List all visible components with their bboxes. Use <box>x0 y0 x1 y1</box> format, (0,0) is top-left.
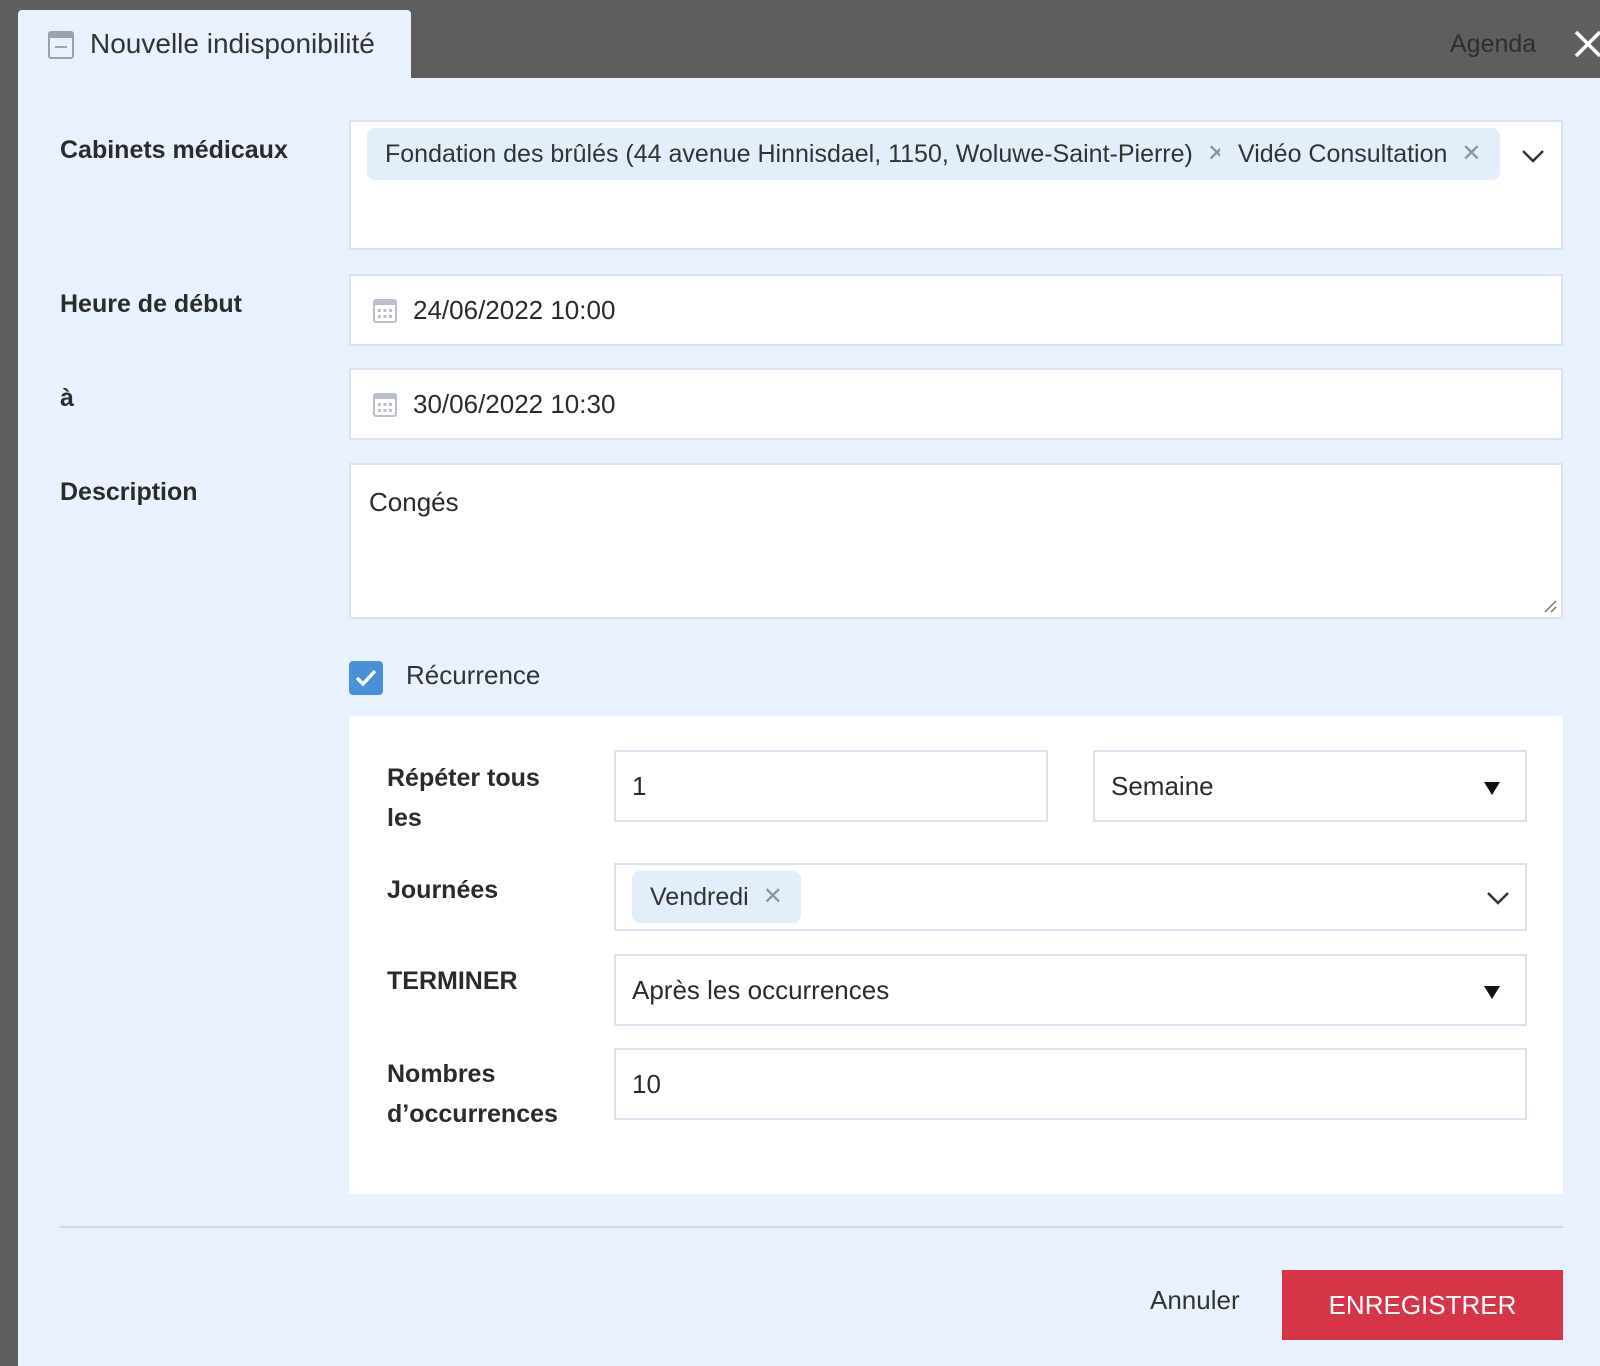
start-time-label: Heure de début <box>60 290 242 318</box>
occurrences-value: 10 <box>632 1068 661 1099</box>
recurrence-label: Récurrence <box>406 660 541 690</box>
description-label: Description <box>60 478 198 506</box>
end-condition-label: TERMINER <box>387 967 518 995</box>
repeat-label-line1: Répéter tous <box>387 764 540 792</box>
description-value: Congés <box>369 487 459 517</box>
cabinets-label: Cabinets médicaux <box>60 136 288 164</box>
chevron-down-icon[interactable] <box>1520 148 1546 164</box>
repeat-label-line2: les <box>387 804 422 832</box>
footer-divider <box>60 1226 1563 1228</box>
repeat-unit-select[interactable]: Semaine <box>1093 750 1527 822</box>
tab-nouvelle-indisponibilite[interactable]: Nouvelle indisponibilité <box>18 10 411 78</box>
chip-cabinet: Vidéo Consultation ✕ <box>1220 128 1500 180</box>
chip-cabinet: Fondation des brûlés (44 avenue Hinnisda… <box>367 128 1245 180</box>
chip-label: Fondation des brûlés (44 avenue Hinnisda… <box>385 139 1193 168</box>
description-textarea[interactable]: Congés <box>349 463 1563 619</box>
calendar-icon <box>373 299 397 323</box>
close-icon[interactable]: ✕ <box>763 885 783 909</box>
end-condition-select[interactable]: Après les occurrences <box>614 954 1527 1026</box>
cancel-button[interactable]: Annuler <box>1150 1285 1240 1316</box>
triangle-down-icon <box>1484 782 1500 795</box>
occurrences-label: Nombres d’occurrences <box>387 1054 558 1134</box>
start-time-value: 24/06/2022 10:00 <box>413 294 616 325</box>
background-strip <box>0 78 18 1366</box>
calendar-icon <box>373 393 397 417</box>
end-time-value: 30/06/2022 10:30 <box>413 388 616 419</box>
days-label: Journées <box>387 876 499 904</box>
chip-day: Vendredi ✕ <box>632 871 801 923</box>
close-icon[interactable]: ✕ <box>1461 142 1481 166</box>
days-multiselect[interactable]: Vendredi ✕ <box>614 863 1527 931</box>
triangle-down-icon <box>1484 986 1500 999</box>
agenda-link[interactable]: Agenda <box>1450 30 1536 59</box>
repeat-unit-value: Semaine <box>1111 770 1214 801</box>
start-time-input[interactable]: 24/06/2022 10:00 <box>349 274 1563 346</box>
chip-label: Vendredi <box>650 882 749 911</box>
calendar-icon <box>48 31 74 59</box>
recurrence-panel: Répéter tous les 1 Semaine Journées Vend… <box>349 716 1563 1194</box>
resize-handle-icon[interactable] <box>1543 599 1557 613</box>
end-time-label: à <box>60 384 74 412</box>
chip-label: Vidéo Consultation <box>1238 139 1448 168</box>
end-condition-value: Après les occurrences <box>632 974 890 1005</box>
repeat-interval-value: 1 <box>632 770 647 801</box>
check-icon <box>355 669 377 687</box>
repeat-label: Répéter tous les <box>387 758 540 838</box>
chevron-down-icon[interactable] <box>1485 890 1511 906</box>
repeat-interval-input[interactable]: 1 <box>614 750 1048 822</box>
cabinets-multiselect[interactable]: Fondation des brûlés (44 avenue Hinnisda… <box>349 120 1563 250</box>
save-button[interactable]: ENREGISTRER <box>1282 1270 1563 1340</box>
occurrences-label-line1: Nombres <box>387 1060 496 1088</box>
close-icon[interactable] <box>1572 28 1600 60</box>
end-time-input[interactable]: 30/06/2022 10:30 <box>349 368 1563 440</box>
occurrences-input[interactable]: 10 <box>614 1048 1527 1120</box>
recurrence-checkbox[interactable] <box>349 661 383 695</box>
occurrences-label-line2: d’occurrences <box>387 1100 558 1128</box>
tab-title: Nouvelle indisponibilité <box>90 28 375 59</box>
